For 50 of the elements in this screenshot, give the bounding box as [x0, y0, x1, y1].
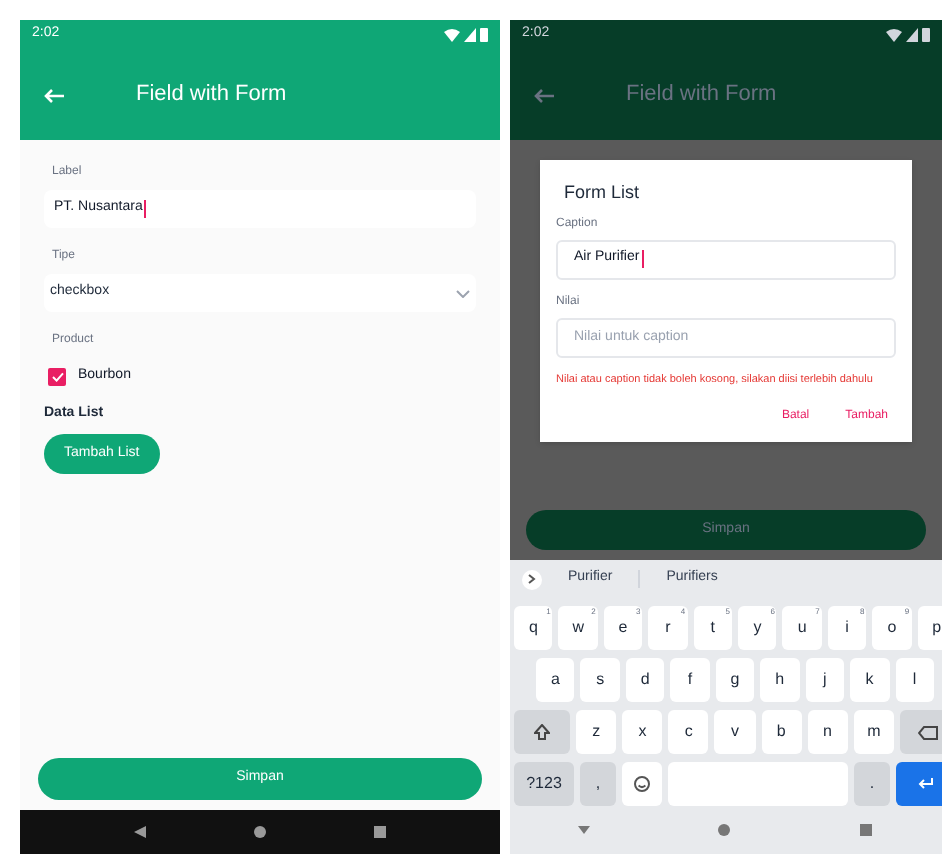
key[interactable]: p	[917, 606, 942, 650]
app-bar-title: Field with Form	[136, 80, 287, 111]
signal-icon	[906, 28, 918, 42]
symbols-key[interactable]: ?123	[514, 762, 574, 806]
key[interactable]: .	[854, 762, 890, 806]
battery-icon	[480, 28, 488, 42]
expand-button[interactable]	[522, 569, 542, 589]
key[interactable]: b	[761, 710, 802, 754]
home-icon[interactable]	[718, 824, 731, 836]
back-icon[interactable]	[134, 826, 146, 838]
wifi-icon	[886, 28, 902, 42]
key[interactable]: m	[853, 710, 894, 754]
back-icon[interactable]	[578, 826, 591, 834]
text-cursor	[641, 250, 644, 268]
key[interactable]: s	[580, 658, 620, 702]
shift-arrow-icon	[534, 724, 550, 740]
backspace-key[interactable]	[899, 710, 942, 754]
key[interactable]: k	[850, 658, 889, 702]
checkbox[interactable]	[48, 367, 66, 386]
text-cursor	[144, 200, 147, 218]
app-bar-title: Field with Form	[626, 80, 777, 111]
back-arrow-icon[interactable]	[534, 87, 554, 103]
battery-icon	[922, 28, 930, 42]
chevron-right-icon	[528, 574, 536, 584]
recents-icon[interactable]	[859, 824, 872, 836]
key[interactable]: c	[668, 710, 709, 754]
smiley-icon	[634, 776, 650, 792]
key[interactable]: v	[714, 710, 756, 754]
key[interactable]: l	[895, 658, 934, 702]
shift-key[interactable]	[514, 710, 570, 754]
key[interactable]: n	[807, 710, 848, 754]
home-icon[interactable]	[254, 826, 266, 838]
signal-icon	[464, 28, 476, 42]
key[interactable]: d	[625, 658, 665, 702]
chevron-down-icon	[456, 289, 470, 297]
enter-key[interactable]	[896, 762, 942, 806]
dialog-title: Form List	[564, 180, 642, 206]
key[interactable]: f	[670, 658, 710, 702]
check-icon	[51, 371, 63, 382]
key[interactable]: j	[805, 658, 845, 702]
wifi-icon	[444, 28, 460, 42]
emoji-key[interactable]	[622, 762, 662, 806]
backspace-icon	[917, 725, 938, 739]
key[interactable]: z	[576, 710, 617, 754]
key[interactable]: a	[536, 658, 575, 702]
key[interactable]: ,	[580, 762, 616, 806]
enter-arrow-icon	[918, 778, 934, 790]
key[interactable]: h	[760, 658, 800, 702]
key[interactable]: x	[622, 710, 663, 754]
key[interactable]: g	[715, 658, 755, 702]
